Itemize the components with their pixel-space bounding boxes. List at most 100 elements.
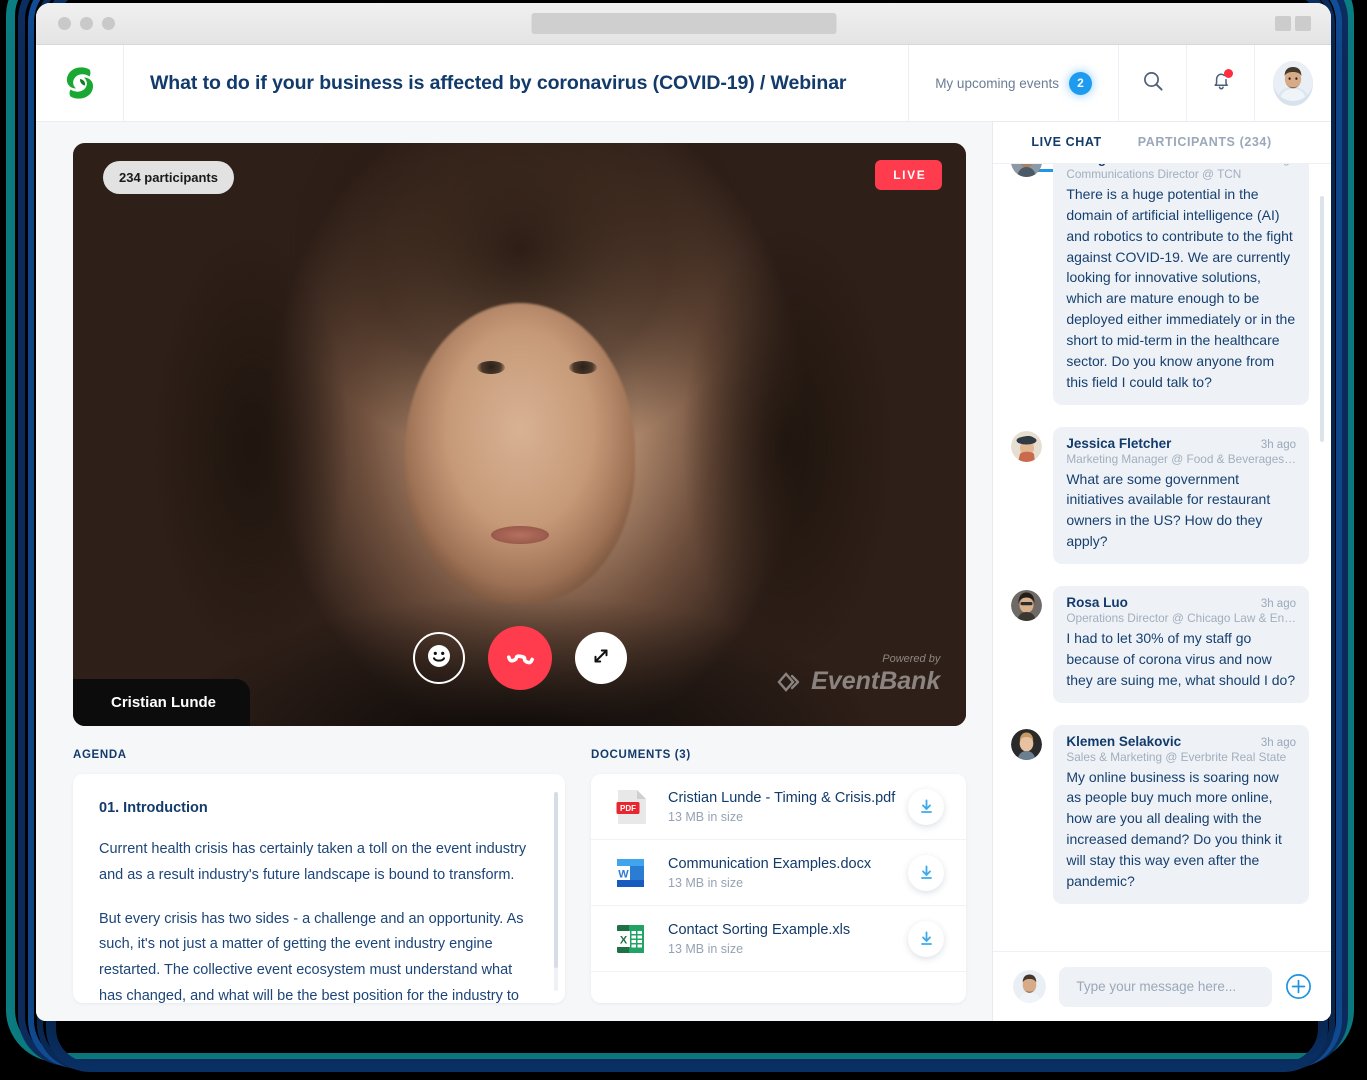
- emoji-reaction-button[interactable]: [412, 632, 465, 684]
- document-name: Communication Examples.docx: [668, 855, 872, 872]
- download-button[interactable]: [908, 854, 945, 891]
- chat-message: Rosa Luo 3h ago Operations Director @ Ch…: [1011, 586, 1309, 703]
- user-avatar: [1273, 60, 1313, 106]
- download-icon: [920, 865, 932, 879]
- chat-author-name: Klemen Selakovic: [1066, 733, 1182, 749]
- word-file-icon: W: [615, 854, 649, 892]
- page-title: What to do if your business is affected …: [150, 71, 847, 94]
- documents-panel: DOCUMENTS (3) PDF Cristian Lunde - Timin…: [591, 749, 967, 1003]
- chat-author-name: Rosa Luo: [1066, 595, 1128, 611]
- address-bar[interactable]: [531, 13, 836, 34]
- document-row[interactable]: PDF Cristian Lunde - Timing & Crisis.pdf…: [591, 774, 967, 840]
- download-icon: [920, 799, 932, 813]
- plus-circle-icon[interactable]: [1285, 973, 1312, 1000]
- chat-author-role: Marketing Manager @ Food & Beverages…: [1066, 451, 1296, 466]
- speaker-face: [404, 303, 635, 603]
- live-status-badge: LIVE: [875, 160, 943, 190]
- documents-section-label: DOCUMENTS (3): [591, 749, 691, 761]
- participants-count-pill[interactable]: 234 participants: [103, 161, 234, 194]
- chat-message-text: There is a huge potential in the domain …: [1066, 186, 1296, 390]
- browser-titlebar: [36, 3, 1331, 45]
- chat-scrollbar-thumb[interactable]: [1320, 196, 1324, 442]
- chat-message: George Constanza 3h ago Communications D…: [1011, 164, 1309, 405]
- speaker-lips: [490, 526, 549, 544]
- app-header: What to do if your business is affected …: [36, 45, 1331, 122]
- chat-avatar: [1011, 590, 1043, 622]
- agenda-paragraph: But every crisis has two sides - a chall…: [99, 910, 524, 1003]
- chat-avatar: [1011, 728, 1043, 760]
- lower-panels: AGENDA 01. Introduction Current health c…: [73, 749, 967, 1003]
- window-extra-buttons: [1275, 16, 1311, 31]
- speaker-name-label: Cristian Lunde: [73, 679, 251, 726]
- eventbank-logo-icon: [58, 61, 102, 105]
- chat-message-text: My online business is soaring now as peo…: [1066, 768, 1282, 889]
- svg-text:X: X: [620, 934, 628, 946]
- download-icon: [920, 931, 932, 945]
- search-icon: [1142, 70, 1164, 97]
- chat-message-input[interactable]: [1059, 966, 1272, 1007]
- tab-participants[interactable]: PARTICIPANTS (234): [1138, 122, 1272, 163]
- document-row[interactable]: X Contact Sorting Example.xls 13 MB in s…: [591, 906, 967, 972]
- search-button[interactable]: [1119, 45, 1187, 121]
- document-size: 13 MB in size: [668, 809, 744, 824]
- logo-cell[interactable]: [36, 45, 124, 121]
- speaker-eye-left: [477, 361, 505, 374]
- agenda-card[interactable]: 01. Introduction Current health crisis h…: [73, 774, 565, 1003]
- tab-live-chat[interactable]: LIVE CHAT: [1031, 122, 1103, 172]
- chat-timestamp: 3h ago: [1260, 736, 1296, 749]
- expand-arrows-icon: [589, 644, 613, 673]
- chat-message-list[interactable]: George Constanza 3h ago Communications D…: [993, 164, 1331, 951]
- excel-file-icon: X: [615, 920, 649, 958]
- window-traffic-lights: [58, 17, 115, 30]
- chat-message: Klemen Selakovic 3h ago Sales & Marketin…: [1011, 724, 1309, 904]
- document-text: Contact Sorting Example.xls 13 MB in siz…: [668, 922, 908, 956]
- hangup-button[interactable]: [487, 626, 552, 690]
- chat-bubble: Jessica Fletcher 3h ago Marketing Manage…: [1053, 426, 1309, 565]
- window-button-1[interactable]: [1275, 16, 1291, 31]
- notification-unread-dot: [1224, 69, 1233, 78]
- window-button-2[interactable]: [1295, 16, 1311, 31]
- minimize-window-button[interactable]: [80, 17, 93, 30]
- close-window-button[interactable]: [58, 17, 71, 30]
- document-size: 13 MB in size: [668, 875, 744, 890]
- event-title-cell: What to do if your business is affected …: [124, 45, 910, 121]
- notifications-button[interactable]: [1187, 45, 1255, 121]
- app-body: 234 participants LIVE Cristian Lunde Pow…: [36, 122, 1331, 1021]
- document-name: Contact Sorting Example.xls: [668, 921, 851, 938]
- document-text: Communication Examples.docx 13 MB in siz…: [668, 856, 908, 890]
- download-button[interactable]: [908, 920, 945, 957]
- svg-text:PDF: PDF: [620, 804, 636, 813]
- download-button[interactable]: [908, 788, 945, 825]
- maximize-window-button[interactable]: [102, 17, 115, 30]
- user-account-button[interactable]: [1255, 45, 1331, 121]
- speaker-eye-right: [569, 361, 597, 374]
- agenda-item-title: 01. Introduction: [99, 800, 208, 816]
- phone-hangup-icon: [504, 640, 536, 677]
- browser-window: What to do if your business is affected …: [36, 3, 1331, 1021]
- chat-message-text: What are some government initiatives ava…: [1066, 470, 1271, 550]
- current-user-avatar: [1013, 970, 1047, 1003]
- chat-panel: LIVE CHAT PARTICIPANTS (234) Communicati…: [992, 122, 1331, 1021]
- svg-text:W: W: [618, 868, 629, 880]
- document-size: 13 MB in size: [668, 941, 744, 956]
- chat-avatar: [1011, 164, 1043, 177]
- chat-bubble: Klemen Selakovic 3h ago Sales & Marketin…: [1053, 724, 1309, 904]
- agenda-section-label: AGENDA: [73, 749, 127, 761]
- document-name: Cristian Lunde - Timing & Crisis.pdf: [668, 789, 896, 806]
- documents-card: PDF Cristian Lunde - Timing & Crisis.pdf…: [591, 774, 967, 1003]
- chat-author-role: Operations Director @ Chicago Law & En…: [1066, 611, 1296, 626]
- agenda-scrollbar-thumb[interactable]: [554, 792, 558, 968]
- chat-tabs: LIVE CHAT PARTICIPANTS (234): [993, 122, 1331, 172]
- my-upcoming-events-button[interactable]: My upcoming events 2: [909, 45, 1119, 121]
- chat-author-role: Communications Director @ TCN: [1066, 167, 1242, 181]
- upcoming-events-count-badge: 2: [1069, 71, 1092, 95]
- chat-timestamp: 3h ago: [1261, 164, 1296, 166]
- fullscreen-button[interactable]: [574, 632, 627, 684]
- pdf-file-icon: PDF: [615, 788, 649, 826]
- video-stage[interactable]: 234 participants LIVE Cristian Lunde Pow…: [73, 143, 967, 726]
- my-upcoming-events-label: My upcoming events: [935, 75, 1059, 91]
- chat-message: Jessica Fletcher 3h ago Marketing Manage…: [1011, 426, 1309, 565]
- chat-author-role: Sales & Marketing @ Everbrite Real State: [1066, 749, 1287, 764]
- agenda-paragraph: Current health crisis has certainly take…: [99, 841, 527, 883]
- document-row[interactable]: W Communication Examples.docx 13 MB in s…: [591, 840, 967, 906]
